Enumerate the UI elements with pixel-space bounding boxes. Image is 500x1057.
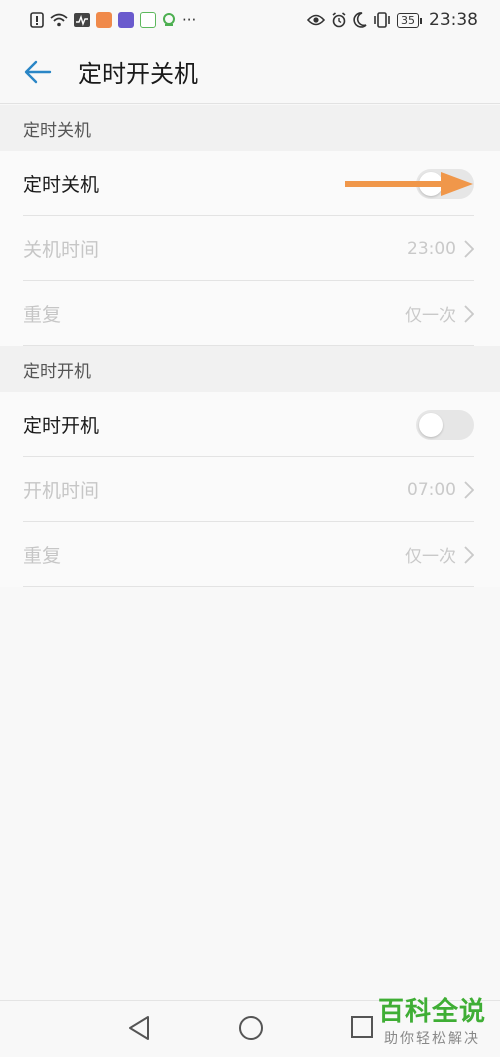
chevron-right-icon (464, 239, 474, 258)
shutdown-toggle-row[interactable]: 定时关机 (0, 151, 500, 216)
shutdown-time-label: 关机时间 (23, 239, 100, 261)
startup-repeat-value-group: 仅一次 (405, 542, 474, 567)
status-left-icons: ··· (30, 12, 196, 28)
startup-toggle-label: 定时开机 (23, 415, 100, 437)
app-icon-orange (96, 12, 112, 28)
shutdown-toggle-label: 定时关机 (23, 174, 100, 196)
wifi-icon (50, 13, 68, 27)
shutdown-repeat-row[interactable]: 重复 仅一次 (0, 281, 500, 346)
startup-time-row[interactable]: 开机时间 07:00 (0, 457, 500, 522)
title-bar: 定时开关机 (0, 40, 500, 104)
status-time: 23:38 (429, 10, 478, 30)
back-triangle-icon[interactable] (127, 1015, 151, 1041)
startup-toggle-row[interactable]: 定时开机 (0, 392, 500, 457)
shutdown-time-value-group: 23:00 (407, 239, 474, 259)
shutdown-repeat-value-group: 仅一次 (405, 301, 474, 326)
chevron-right-icon (464, 304, 474, 323)
moon-icon (353, 12, 367, 28)
back-arrow-icon (24, 60, 52, 83)
section-header-startup: 定时开机 (0, 346, 500, 392)
vibrate-icon (374, 12, 390, 28)
startup-time-value-group: 07:00 (407, 480, 474, 500)
chevron-right-icon (464, 545, 474, 564)
activity-icon (74, 13, 90, 27)
shutdown-time-row[interactable]: 关机时间 23:00 (0, 216, 500, 281)
startup-time-label: 开机时间 (23, 480, 100, 502)
status-right-icons: 35 23:38 (307, 10, 478, 30)
page-title: 定时开关机 (78, 60, 198, 88)
home-circle-icon[interactable] (238, 1015, 264, 1041)
navigation-bar (0, 1000, 500, 1057)
shutdown-toggle-switch[interactable] (416, 168, 474, 199)
recent-square-icon[interactable] (350, 1015, 374, 1039)
startup-toggle-switch[interactable] (416, 409, 474, 440)
alert-icon (30, 12, 44, 28)
shutdown-repeat-value: 仅一次 (405, 306, 456, 326)
more-notifications-icon: ··· (182, 11, 197, 29)
app-icon-green (140, 12, 156, 28)
chevron-right-icon (464, 480, 474, 499)
app-icon-leaf (163, 13, 175, 26)
back-button[interactable] (18, 52, 58, 92)
section-header-shutdown: 定时关机 (0, 105, 500, 151)
status-bar: ··· 35 23:38 (0, 0, 500, 40)
app-icon-purple (118, 12, 134, 28)
shutdown-time-value: 23:00 (407, 238, 456, 259)
shutdown-repeat-label: 重复 (23, 304, 62, 326)
toggle-knob (419, 412, 443, 437)
startup-time-value: 07:00 (407, 479, 456, 500)
alarm-icon (332, 12, 346, 28)
startup-repeat-label: 重复 (23, 545, 62, 567)
startup-repeat-value: 仅一次 (405, 547, 456, 567)
eye-icon (307, 14, 325, 26)
battery-indicator: 35 (397, 12, 422, 28)
toggle-knob (419, 171, 443, 196)
startup-repeat-row[interactable]: 重复 仅一次 (0, 522, 500, 587)
